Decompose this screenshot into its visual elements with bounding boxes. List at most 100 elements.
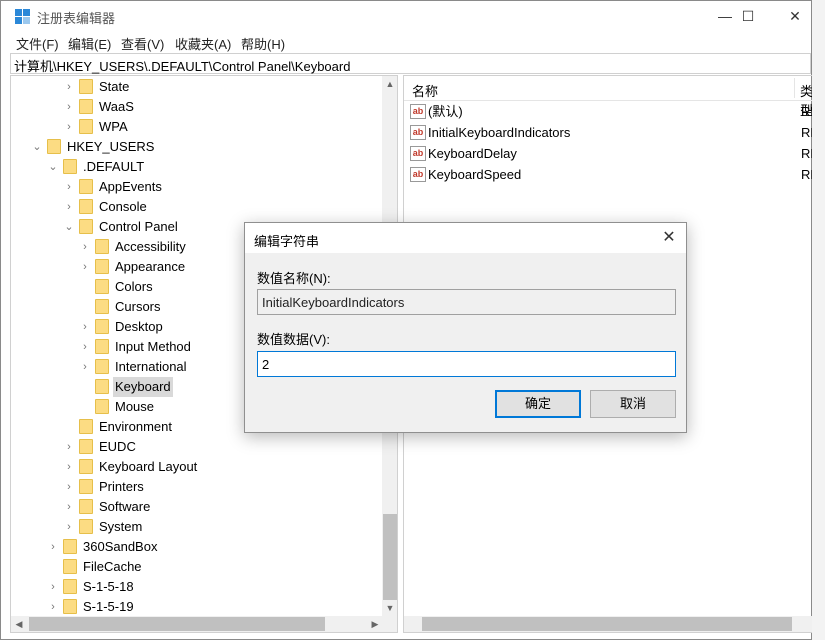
chevron-down-icon[interactable]: ⌄ (31, 137, 43, 157)
folder-icon (79, 499, 93, 514)
tree-item-label: WPA (99, 119, 128, 134)
menu-view[interactable]: 查看(V) (121, 34, 164, 53)
folder-icon (63, 579, 77, 594)
chevron-right-icon[interactable]: › (63, 517, 75, 537)
tree-item-label: Input Method (115, 339, 191, 354)
list-row[interactable]: abKeyboardSpeedRE (404, 164, 813, 185)
maximize-button[interactable]: ☐ (725, 1, 771, 31)
scroll-up-icon[interactable]: ▲ (382, 76, 397, 92)
dialog-close-button[interactable]: ✕ (652, 223, 686, 253)
scroll-left-icon[interactable]: ◀ (11, 616, 27, 632)
chevron-down-icon[interactable]: ⌄ (63, 217, 75, 237)
value-name-label: 数值名称(N): (257, 271, 331, 286)
dialog-title-bar[interactable]: 编辑字符串 ✕ (245, 223, 686, 253)
background-window-edge (812, 0, 825, 640)
chevron-right-icon[interactable]: › (47, 537, 59, 557)
menu-favorites[interactable]: 收藏夹(A) (175, 34, 231, 53)
tree-hscroll-thumb[interactable] (29, 617, 325, 631)
tree-item-label: State (99, 79, 130, 94)
folder-icon (79, 439, 93, 454)
folder-icon (47, 139, 61, 154)
tree-item-label: S-1-5-19 (83, 599, 134, 614)
menu-help[interactable]: 帮助(H) (241, 34, 285, 53)
chevron-right-icon[interactable]: › (63, 117, 75, 137)
close-icon: ✕ (789, 7, 801, 24)
column-header-name[interactable]: 名称 (412, 81, 438, 100)
window-title: 注册表编辑器 (37, 11, 116, 26)
list-row[interactable]: abKeyboardDelayRE (404, 143, 813, 164)
title-bar[interactable]: 注册表编辑器 — ☐ ✕ (1, 1, 811, 31)
list-row[interactable]: ab(默认)RE (404, 101, 813, 122)
chevron-right-icon[interactable]: › (63, 437, 75, 457)
value-name: KeyboardDelay (428, 146, 517, 161)
edit-string-dialog: 编辑字符串 ✕ 数值名称(N): 数值数据(V): 确定 取消 (244, 222, 687, 433)
maximize-icon: ☐ (741, 7, 755, 24)
tree-item-label: WaaS (99, 99, 134, 114)
value-data-field[interactable] (257, 351, 676, 377)
chevron-right-icon[interactable]: › (63, 477, 75, 497)
list-row[interactable]: abInitialKeyboardIndicatorsRE (404, 122, 813, 143)
chevron-right-icon[interactable]: › (63, 457, 75, 477)
tree-item-label: Keyboard (113, 377, 173, 397)
folder-icon (63, 599, 77, 614)
string-value-icon: ab (410, 125, 426, 140)
tree-vscroll-thumb[interactable] (383, 514, 397, 600)
chevron-right-icon[interactable]: › (63, 497, 75, 517)
chevron-right-icon[interactable]: › (79, 317, 91, 337)
chevron-right-icon[interactable]: › (47, 597, 59, 617)
tree-item-label: .DEFAULT (83, 159, 145, 174)
tree-item-label: FileCache (83, 559, 142, 574)
chevron-right-icon[interactable]: › (63, 197, 75, 217)
folder-icon (79, 219, 93, 234)
folder-icon (79, 179, 93, 194)
chevron-right-icon[interactable]: › (79, 237, 91, 257)
string-value-icon: ab (410, 167, 426, 182)
string-value-icon: ab (410, 104, 426, 119)
cancel-button[interactable]: 取消 (590, 390, 676, 418)
list-hscroll-thumb[interactable] (422, 617, 792, 631)
value-name: (默认) (428, 104, 463, 119)
value-data-label: 数值数据(V): (257, 332, 330, 347)
folder-icon (79, 419, 93, 434)
folder-icon (79, 119, 93, 134)
list-horizontal-scrollbar[interactable] (404, 616, 813, 632)
tree-item-label: Cursors (115, 299, 161, 314)
value-name: InitialKeyboardIndicators (428, 125, 571, 140)
tree-item-label: S-1-5-18 (83, 579, 134, 594)
tree-item-label: Colors (115, 279, 153, 294)
tree-item-label: 360SandBox (83, 539, 158, 554)
column-separator[interactable] (794, 78, 795, 98)
value-name-field[interactable] (257, 289, 676, 315)
tree-item-label: Keyboard Layout (99, 459, 198, 474)
folder-icon (79, 99, 93, 114)
chevron-right-icon[interactable]: › (79, 337, 91, 357)
menu-edit[interactable]: 编辑(E) (68, 34, 111, 53)
scroll-down-icon[interactable]: ▼ (382, 600, 397, 616)
ok-button[interactable]: 确定 (495, 390, 581, 418)
folder-icon (79, 519, 93, 534)
folder-icon (63, 159, 77, 174)
chevron-right-icon[interactable]: › (63, 97, 75, 117)
chevron-right-icon[interactable]: › (47, 577, 59, 597)
tree-item-label: International (115, 359, 187, 374)
tree-item-label: Mouse (115, 399, 155, 414)
list-header: 名称 类型 (404, 76, 813, 118)
tree-item-label: System (99, 519, 143, 534)
chevron-right-icon[interactable]: › (79, 357, 91, 377)
address-path: 计算机\HKEY_USERS\.DEFAULT\Control Panel\Ke… (14, 59, 351, 74)
scroll-right-icon[interactable]: ▶ (367, 616, 383, 632)
folder-icon (63, 539, 77, 554)
chevron-right-icon[interactable]: › (63, 177, 75, 197)
chevron-right-icon[interactable]: › (79, 257, 91, 277)
tree-horizontal-scrollbar[interactable]: ◀ ▶ (11, 616, 397, 632)
tree-item-label: AppEvents (99, 179, 162, 194)
folder-icon (95, 259, 109, 274)
menu-bar: 文件(F) 编辑(E) 查看(V) 收藏夹(A) 帮助(H) (1, 31, 811, 53)
chevron-right-icon[interactable]: › (63, 77, 75, 97)
folder-icon (63, 559, 77, 574)
address-bar[interactable]: 计算机\HKEY_USERS\.DEFAULT\Control Panel\Ke… (10, 53, 811, 74)
folder-icon (95, 319, 109, 334)
chevron-down-icon[interactable]: ⌄ (47, 157, 59, 177)
tree-item-label: HKEY_USERS (67, 139, 155, 154)
menu-file[interactable]: 文件(F) (16, 34, 59, 53)
